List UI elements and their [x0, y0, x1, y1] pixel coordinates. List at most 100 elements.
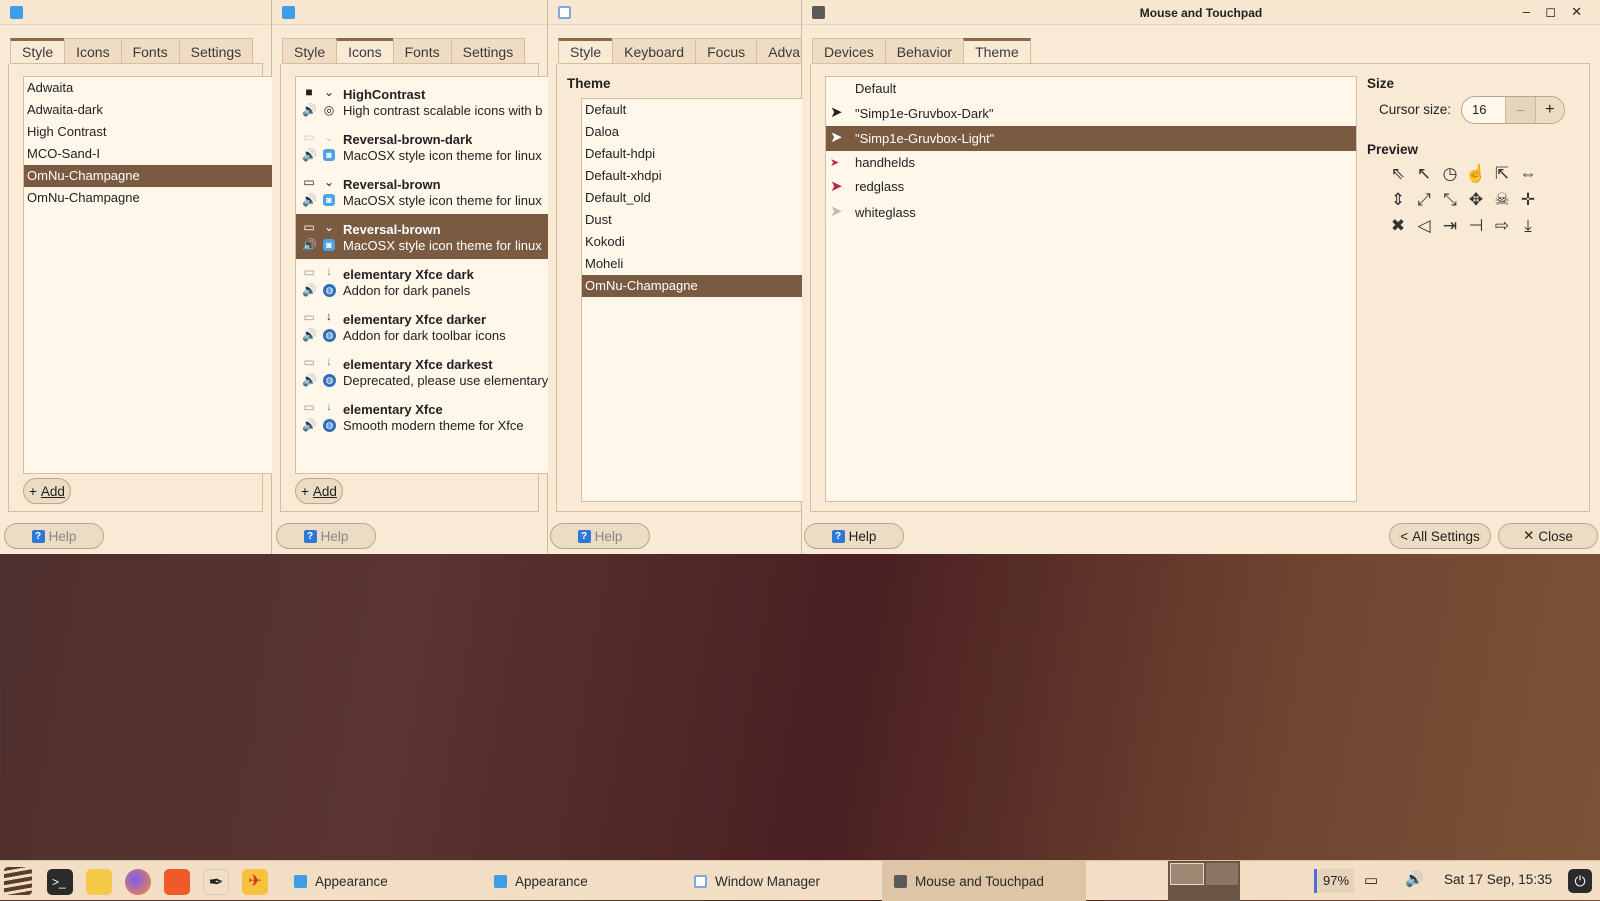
titlebar[interactable]: Mouse and Touchpad – ◻ ✕	[802, 0, 1600, 25]
inkscape-icon[interactable]: ✒	[203, 869, 229, 895]
appearance-window-2: Style Icons Fonts Settings ■ ⌄ 🔊 ◎ HighC…	[272, 0, 555, 554]
tab-devices[interactable]: Devices	[812, 38, 886, 63]
minimize-icon[interactable]: –	[1523, 4, 1530, 19]
decrease-button[interactable]: –	[1505, 97, 1535, 123]
list-item[interactable]: MCO-Sand-I	[24, 143, 280, 165]
wm-theme-list[interactable]: Default Daloa Default-hdpi Default-xhdpi…	[581, 98, 803, 502]
workspace-switcher[interactable]	[1168, 861, 1240, 901]
workspace-2[interactable]	[1206, 863, 1238, 885]
chevron-down-icon: ⌄	[323, 85, 335, 99]
tab-keyboard[interactable]: Keyboard	[612, 38, 697, 63]
list-item[interactable]: Adwaita	[24, 77, 280, 99]
tab-focus[interactable]: Focus	[695, 38, 758, 63]
list-item[interactable]: OmNu-Champagne	[24, 187, 280, 209]
list-item[interactable]: ▭ ↓ 🔊 ◍ elementary Xfce darker Addon for…	[296, 304, 554, 349]
tab-settings[interactable]: Settings	[178, 38, 254, 63]
list-item[interactable]: Kokodi	[582, 231, 803, 253]
tab-icons[interactable]: Icons	[64, 38, 122, 63]
task-window-manager[interactable]: Window Manager	[682, 861, 882, 901]
list-item-selected[interactable]: ▭ ⌄ 🔊 ◙ Reversal-brown MacOSX style icon…	[296, 214, 554, 259]
list-item[interactable]: Default_old	[582, 187, 803, 209]
help-button[interactable]: ? Help	[276, 523, 376, 549]
task-appearance-2[interactable]: Appearance	[482, 861, 682, 901]
app-launcher-icon[interactable]: ✈	[242, 869, 268, 895]
globe-icon: ◍	[323, 419, 336, 432]
tab-style[interactable]: Style	[558, 38, 614, 63]
close-button[interactable]: ✕ Close	[1498, 523, 1598, 549]
list-item[interactable]: ➤ whiteglass	[826, 199, 1356, 226]
list-item[interactable]: Daloa	[582, 121, 803, 143]
folder-icon: ■	[305, 85, 313, 99]
list-item[interactable]: Default-hdpi	[582, 143, 803, 165]
help-button[interactable]: ? Help	[550, 523, 650, 549]
size-heading: Size	[1367, 76, 1395, 91]
tab-settings[interactable]: Settings	[450, 38, 526, 63]
help-icon: ?	[831, 529, 845, 543]
list-item[interactable]: ➤ "Simp1e-Gruvbox-Dark"	[826, 101, 1356, 126]
folder-icon: ▭	[303, 265, 315, 279]
add-button[interactable]: + Add	[295, 478, 343, 504]
cursor-theme-list[interactable]: Default ➤ "Simp1e-Gruvbox-Dark" ➤ "Simp1e-…	[825, 76, 1357, 502]
icon-theme-list[interactable]: ■ ⌄ 🔊 ◎ HighContrast High contrast scala…	[295, 76, 555, 474]
list-item[interactable]: Moheli	[582, 253, 803, 275]
list-item[interactable]: ▭ ↓ 🔊 ◍ elementary Xfce darkest Deprecat…	[296, 349, 554, 394]
tab-style[interactable]: Style	[282, 38, 338, 63]
list-item[interactable]: Adwaita-dark	[24, 99, 280, 121]
file-manager-icon[interactable]	[86, 869, 112, 895]
list-item[interactable]: Default-xhdpi	[582, 165, 803, 187]
list-item[interactable]: ▭ ↓ 🔊 ◍ elementary Xfce Smooth modern th…	[296, 394, 554, 439]
list-item[interactable]: High Contrast	[24, 121, 280, 143]
tab-advanced[interactable]: Advanc	[756, 38, 801, 63]
list-item-selected[interactable]: OmNu-Champagne	[582, 275, 803, 297]
cursor-size-stepper[interactable]: 16 – +	[1461, 96, 1565, 124]
all-settings-button[interactable]: < All Settings	[1389, 523, 1491, 549]
red-small-cursor-icon: ➤	[830, 157, 840, 169]
games-icon[interactable]	[164, 869, 190, 895]
task-mouse-touchpad[interactable]: Mouse and Touchpad	[882, 861, 1086, 901]
list-item[interactable]: ▭ ⌄ 🔊 ◙ Reversal-brown MacOSX style icon…	[296, 169, 554, 214]
titlebar[interactable]	[272, 0, 547, 25]
close-icon[interactable]: ✕	[1571, 4, 1582, 20]
appearance-window-1: Style Icons Fonts Settings Adwaita Adwai…	[0, 0, 281, 554]
maximize-icon[interactable]: ◻	[1545, 4, 1556, 20]
tab-style[interactable]: Style	[10, 38, 66, 63]
titlebar[interactable]	[548, 0, 801, 25]
tab-fonts[interactable]: Fonts	[392, 38, 452, 63]
list-item[interactable]: ■ ⌄ 🔊 ◎ HighContrast High contrast scala…	[296, 79, 554, 124]
terminal-icon[interactable]: >_	[47, 869, 73, 895]
style-theme-list[interactable]: Adwaita Adwaita-dark High Contrast MCO-S…	[23, 76, 281, 474]
tab-icons[interactable]: Icons	[336, 38, 394, 63]
resize-horizontal-icon: ⇔	[1519, 164, 1537, 183]
list-item-selected[interactable]: OmNu-Champagne	[24, 165, 280, 187]
help-button[interactable]: ? Help	[804, 523, 904, 549]
menu-button[interactable]	[4, 867, 34, 895]
list-item[interactable]: Default	[826, 77, 1356, 101]
help-button[interactable]: ? Help	[4, 523, 104, 549]
list-item[interactable]: ➤ redglass	[826, 175, 1356, 199]
list-item[interactable]: Default	[582, 99, 803, 121]
list-item[interactable]: ➤ handhelds	[826, 151, 1356, 175]
clock[interactable]: Sat 17 Sep, 15:35	[1444, 872, 1552, 887]
task-appearance-1[interactable]: Appearance	[282, 861, 482, 901]
taskbar: >_ ✒ ✈ Appearance Appearance Window Mana…	[0, 860, 1600, 901]
list-item[interactable]: ▭ ↓ 🔊 ◍ elementary Xfce dark Addon for d…	[296, 259, 554, 304]
finder-icon: ◙	[323, 239, 335, 251]
tab-behavior[interactable]: Behavior	[884, 38, 965, 63]
power-icon[interactable]: ⏻	[1568, 869, 1592, 893]
cursor-size-input[interactable]: 16	[1462, 97, 1505, 123]
list-item[interactable]: ▭ ⌄ 🔊 ◙ Reversal-brown-dark MacOSX style…	[296, 124, 554, 169]
notification-icon[interactable]: ▭	[1364, 871, 1378, 889]
titlebar[interactable]	[0, 0, 271, 25]
add-button[interactable]: + Add	[23, 478, 71, 504]
volume-icon[interactable]: 🔊	[1405, 870, 1424, 888]
list-item-selected[interactable]: ➤ "Simp1e-Gruvbox-Light"	[826, 126, 1356, 151]
firefox-icon[interactable]	[125, 869, 151, 895]
increase-button[interactable]: +	[1534, 97, 1564, 123]
red-glass-cursor-icon: ➤	[830, 178, 843, 195]
battery-indicator[interactable]: 97%	[1314, 869, 1354, 893]
workspace-1[interactable]	[1170, 863, 1204, 885]
list-item[interactable]: Dust	[582, 209, 803, 231]
tab-panel: Theme Default Daloa Default-hdpi Default…	[556, 64, 803, 512]
tab-fonts[interactable]: Fonts	[120, 38, 180, 63]
tab-theme[interactable]: Theme	[963, 38, 1031, 63]
